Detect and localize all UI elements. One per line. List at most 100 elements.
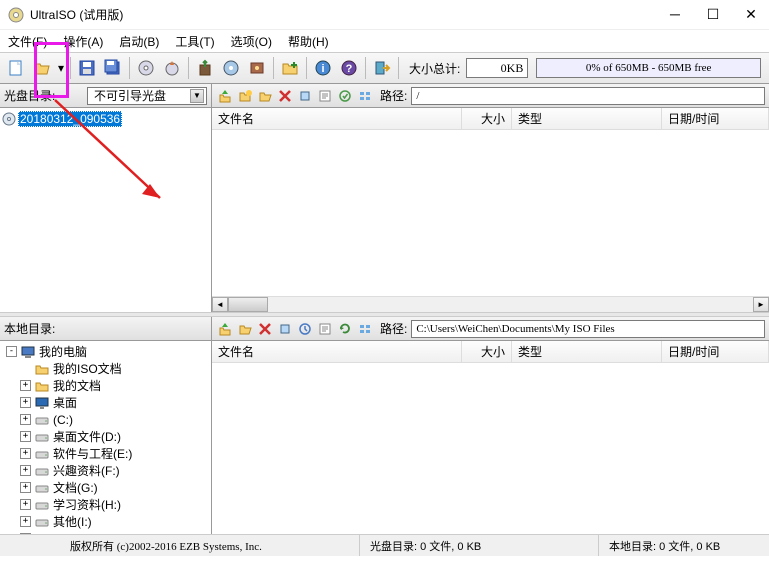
tree-expander[interactable]: + — [20, 431, 31, 442]
tree-expander[interactable]: + — [20, 499, 31, 510]
col-type[interactable]: 类型 — [512, 108, 662, 129]
local-tree-item[interactable]: -我的电脑 — [2, 343, 209, 360]
drive-icon — [35, 414, 49, 426]
local-tree-header: 本地目录: — [0, 317, 211, 341]
menu-boot[interactable]: 启动(B) — [115, 31, 163, 52]
menu-options[interactable]: 选项(O) — [227, 31, 276, 52]
svg-text:?: ? — [346, 63, 353, 75]
svg-text:i: i — [321, 63, 324, 75]
up-icon[interactable] — [216, 320, 234, 338]
extract-icon[interactable] — [276, 320, 294, 338]
copyright-text: 版权所有 (c)2002-2016 EZB Systems, Inc. — [0, 535, 360, 556]
open-icon[interactable] — [30, 56, 54, 80]
tree-expander[interactable]: + — [20, 533, 31, 534]
cd-icon[interactable] — [134, 56, 158, 80]
exit-icon[interactable] — [370, 56, 394, 80]
col-size[interactable]: 大小 — [462, 108, 512, 129]
checksum-icon[interactable] — [336, 87, 354, 105]
app-icon — [8, 7, 24, 23]
up-icon[interactable] — [216, 87, 234, 105]
tree-expander[interactable]: - — [6, 346, 17, 357]
view-icon[interactable] — [356, 87, 374, 105]
local-tree-item[interactable]: +其他(I:) — [2, 513, 209, 530]
local-tree-item[interactable]: 我的ISO文档 — [2, 360, 209, 377]
tree-expander[interactable]: + — [20, 482, 31, 493]
drive-icon — [35, 482, 49, 494]
local-status: 本地目录: 0 文件, 0 KB — [599, 535, 769, 556]
history-icon[interactable] — [296, 320, 314, 338]
tree-expander[interactable]: + — [20, 414, 31, 425]
drive-icon — [35, 533, 49, 535]
new-icon[interactable] — [4, 56, 28, 80]
local-tree-item[interactable]: +文档(G:) — [2, 479, 209, 496]
local-tree-item[interactable]: +我的文档 — [2, 377, 209, 394]
disc-file-list[interactable]: 文件名 大小 类型 日期/时间 ◄ ► — [212, 108, 769, 312]
window-title: UltraISO (试用版) — [30, 6, 665, 23]
delete-icon[interactable] — [256, 320, 274, 338]
disc-tree-root[interactable]: 20180312_090536 — [2, 110, 209, 127]
info-icon[interactable]: i — [311, 56, 335, 80]
menu-action[interactable]: 操作(A) — [59, 31, 107, 52]
maximize-button[interactable]: ☐ — [703, 6, 723, 23]
col-name[interactable]: 文件名 — [212, 108, 462, 129]
view-icon[interactable] — [356, 320, 374, 338]
local-path-field[interactable]: C:\Users\WeiChen\Documents\My ISO Files — [411, 320, 765, 338]
add-files-icon[interactable] — [278, 56, 302, 80]
local-tree[interactable]: -我的电脑我的ISO文档+我的文档+桌面+(C:)+桌面文件(D:)+软件与工程… — [0, 341, 211, 534]
disc-path-field[interactable]: / — [411, 87, 765, 105]
statusbar: 版权所有 (c)2002-2016 EZB Systems, Inc. 光盘目录… — [0, 534, 769, 556]
local-tree-item[interactable]: +桌面 — [2, 394, 209, 411]
local-tree-item[interactable]: +学习资料(H:) — [2, 496, 209, 513]
open-folder-icon[interactable] — [256, 87, 274, 105]
tree-expander[interactable]: + — [20, 465, 31, 476]
open-dropdown[interactable]: ▾ — [56, 56, 66, 80]
tree-expander[interactable]: + — [20, 397, 31, 408]
new-folder-icon[interactable] — [236, 87, 254, 105]
disc-icon — [2, 112, 16, 126]
delete-icon[interactable] — [276, 87, 294, 105]
tree-expander[interactable]: + — [20, 380, 31, 391]
disc-file-toolbar: 路径: / — [212, 84, 769, 108]
local-tree-item[interactable]: +(C:) — [2, 411, 209, 428]
properties-icon[interactable] — [316, 320, 334, 338]
local-file-pane: 路径: C:\Users\WeiChen\Documents\My ISO Fi… — [212, 317, 769, 534]
disc-tree[interactable]: 20180312_090536 — [0, 108, 211, 312]
local-tree-item[interactable]: +NO NAME(T:) — [2, 530, 209, 534]
compress-icon[interactable] — [193, 56, 217, 80]
h-scrollbar[interactable]: ◄ ► — [212, 296, 769, 312]
col-type[interactable]: 类型 — [512, 341, 662, 362]
local-file-list[interactable]: 文件名 大小 类型 日期/时间 — [212, 341, 769, 534]
menu-file[interactable]: 文件(F) — [4, 31, 51, 52]
local-file-toolbar: 路径: C:\Users\WeiChen\Documents\My ISO Fi… — [212, 317, 769, 341]
menu-help[interactable]: 帮助(H) — [284, 31, 333, 52]
settings-icon[interactable] — [245, 56, 269, 80]
extract-icon[interactable] — [296, 87, 314, 105]
tree-expander[interactable]: + — [20, 448, 31, 459]
col-date[interactable]: 日期/时间 — [662, 341, 769, 362]
local-tree-item[interactable]: +兴趣资料(F:) — [2, 462, 209, 479]
disc-status: 光盘目录: 0 文件, 0 KB — [360, 535, 599, 556]
burn-icon[interactable] — [160, 56, 184, 80]
chevron-down-icon: ▼ — [190, 89, 204, 103]
save-as-icon[interactable] — [101, 56, 125, 80]
open-folder-icon[interactable] — [236, 320, 254, 338]
close-button[interactable]: ✕ — [741, 6, 761, 23]
refresh-icon[interactable] — [336, 320, 354, 338]
local-tree-pane: 本地目录: -我的电脑我的ISO文档+我的文档+桌面+(C:)+桌面文件(D:)… — [0, 317, 212, 534]
help-icon[interactable]: ? — [337, 56, 361, 80]
tree-expander[interactable]: + — [20, 516, 31, 527]
minimize-button[interactable]: ─ — [665, 6, 685, 23]
disc-tree-pane: 光盘目录: 不可引导光盘 ▼ 20180312_090536 — [0, 84, 212, 312]
col-size[interactable]: 大小 — [462, 341, 512, 362]
local-tree-item[interactable]: +软件与工程(E:) — [2, 445, 209, 462]
local-dir-label: 本地目录: — [4, 320, 55, 337]
menu-tools[interactable]: 工具(T) — [171, 31, 218, 52]
save-icon[interactable] — [75, 56, 99, 80]
mount-icon[interactable] — [219, 56, 243, 80]
col-date[interactable]: 日期/时间 — [662, 108, 769, 129]
local-tree-item[interactable]: +桌面文件(D:) — [2, 428, 209, 445]
col-name[interactable]: 文件名 — [212, 341, 462, 362]
disc-dir-label: 光盘目录: — [4, 87, 55, 104]
bootable-dropdown[interactable]: 不可引导光盘 ▼ — [87, 87, 207, 105]
properties-icon[interactable] — [316, 87, 334, 105]
